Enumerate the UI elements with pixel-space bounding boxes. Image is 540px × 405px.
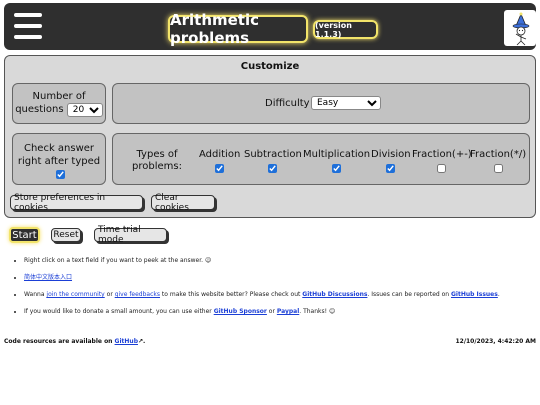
- type-fraction-mul-checkbox[interactable]: [493, 164, 503, 173]
- difficulty-box: Difficulty Easy: [112, 83, 530, 124]
- github-issues-link[interactable]: GitHub Issues: [451, 291, 498, 298]
- customize-panel: Customize Number of questions 20 Difficu…: [4, 55, 536, 218]
- start-button[interactable]: Start: [9, 227, 40, 243]
- app-title: Arithmetic problems: [168, 11, 308, 47]
- list-item: Wanna join the community or give feedbac…: [24, 289, 540, 306]
- customize-title: Customize: [240, 61, 300, 72]
- clear-cookies-button[interactable]: Clear cookies: [151, 193, 215, 213]
- difficulty-label: Difficulty: [265, 98, 310, 109]
- code-resources-note: Code resources are available on GitHub↗.: [4, 338, 146, 345]
- type-division: Division: [371, 149, 411, 173]
- list-item: 简体中文版本入口: [24, 272, 540, 289]
- problem-types-label: Types of problems:: [132, 149, 182, 172]
- check-answer-label-line2: right after typed: [17, 156, 101, 167]
- list-item: If you would like to donate a small amou…: [24, 306, 540, 323]
- type-multiplication-label: Multiplication: [303, 149, 371, 160]
- reset-button[interactable]: Reset: [51, 228, 81, 242]
- type-addition: Addition: [199, 149, 240, 173]
- top-header: Arithmetic problems (version 1.1.3): [4, 3, 536, 50]
- type-fraction-add: Fraction(+-): [412, 149, 472, 173]
- list-item: Right click on a text field if you want …: [24, 255, 540, 272]
- question-count-label-line2: questions: [15, 104, 64, 115]
- menu-icon[interactable]: [14, 13, 42, 39]
- time-trial-button[interactable]: Time trial mode: [94, 225, 167, 245]
- check-answer-box: Check answer right after typed: [12, 133, 106, 185]
- version-badge: (version 1.1.3): [313, 20, 378, 39]
- type-fraction-add-checkbox[interactable]: [437, 164, 447, 173]
- question-count-label-line1: Number of: [32, 91, 86, 102]
- question-count-box: Number of questions 20: [12, 83, 106, 124]
- chinese-version-link[interactable]: 简体中文版本入口: [24, 274, 72, 281]
- problem-types-box: Types of problems: Addition Subtraction …: [112, 133, 530, 185]
- info-list: Right click on a text field if you want …: [0, 255, 540, 323]
- type-multiplication-checkbox[interactable]: [332, 164, 342, 173]
- type-subtraction-checkbox[interactable]: [268, 164, 278, 173]
- type-subtraction-label: Subtraction: [244, 149, 302, 160]
- github-discussions-link[interactable]: GitHub Discussions: [302, 291, 367, 298]
- type-addition-label: Addition: [199, 149, 241, 160]
- type-fraction-add-label: Fraction(+-): [412, 149, 472, 160]
- give-feedbacks-link[interactable]: give feedbacks: [115, 291, 160, 298]
- github-sponsor-link[interactable]: GitHub Sponsor: [214, 308, 267, 315]
- join-community-link[interactable]: join the community: [46, 291, 104, 298]
- datetime-display: 12/10/2023, 4:42:20 AM: [455, 338, 536, 345]
- type-multiplication: Multiplication: [303, 149, 370, 173]
- type-division-label: Division: [371, 149, 411, 160]
- paypal-link[interactable]: Paypal: [277, 308, 299, 315]
- type-fraction-mul: Fraction(*/): [470, 149, 526, 173]
- type-subtraction: Subtraction: [244, 149, 302, 173]
- check-answer-checkbox[interactable]: [56, 170, 65, 179]
- store-preferences-button[interactable]: Store preferences in cookies: [10, 193, 143, 213]
- type-addition-checkbox[interactable]: [215, 164, 225, 173]
- type-division-checkbox[interactable]: [386, 164, 396, 173]
- type-fraction-mul-label: Fraction(*/): [470, 149, 527, 160]
- difficulty-select[interactable]: Easy: [311, 96, 381, 110]
- check-answer-label-line1: Check answer: [23, 143, 95, 154]
- wizard-logo-icon[interactable]: [504, 10, 536, 46]
- github-link[interactable]: GitHub: [115, 338, 138, 345]
- question-count-select[interactable]: 20: [66, 103, 103, 117]
